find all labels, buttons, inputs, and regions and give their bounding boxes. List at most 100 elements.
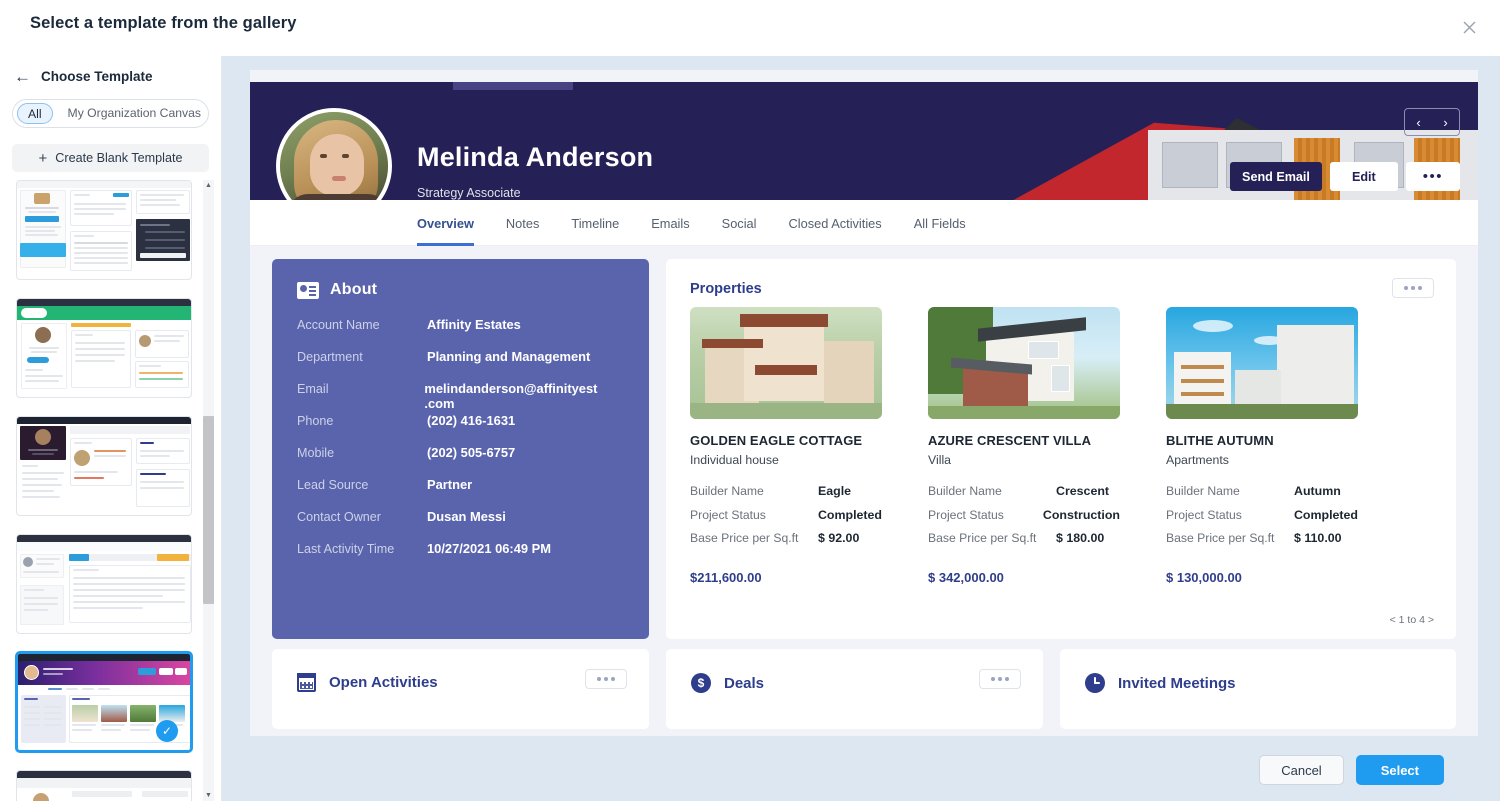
property-image [1166, 307, 1358, 419]
tab-social[interactable]: Social [722, 200, 757, 246]
property-field-label: Base Price per Sq.ft [928, 531, 1037, 545]
template-gallery-modal: Select a template from the gallery ← Cho… [0, 0, 1500, 801]
clock-icon [1085, 673, 1105, 693]
property-field-label: Project Status [1166, 507, 1242, 522]
property-field-label: Builder Name [690, 484, 764, 498]
tab-timeline[interactable]: Timeline [571, 200, 619, 246]
tab-overview[interactable]: Overview [417, 200, 474, 246]
property-image [928, 307, 1120, 419]
about-field-value: 10/27/2021 06:49 PM [427, 541, 551, 556]
record-body: About Account Name Affinity Estates Depa… [250, 246, 1478, 736]
template-thumbnail[interactable] [16, 770, 192, 801]
about-card: About Account Name Affinity Estates Depa… [272, 259, 649, 639]
edit-button[interactable]: Edit [1329, 162, 1398, 191]
property-field-label: Base Price per Sq.ft [690, 531, 799, 545]
property-field-row: Builder Name Autumn [1166, 484, 1358, 508]
property-field-row: Base Price per Sq.ft $ 92.00 [690, 531, 882, 555]
sidebar-scrollbar[interactable]: ▲ ▼ [203, 180, 214, 801]
properties-card: Properties GOLDEN EAGLE COTTAGE Individu… [666, 259, 1456, 639]
property-item[interactable]: GOLDEN EAGLE COTTAGE Individual house Bu… [690, 307, 882, 585]
crm-record-preview: Melinda Anderson Strategy Associate ‹ › … [250, 70, 1478, 736]
more-dots-icon[interactable] [1392, 278, 1434, 298]
property-field-value: Eagle [818, 484, 852, 498]
property-field-label: Project Status [928, 507, 1004, 522]
about-field-label: Mobile [297, 446, 335, 460]
calendar-icon [297, 673, 316, 692]
property-field-value: Completed [817, 507, 882, 522]
property-type: Apartments [1166, 453, 1229, 467]
triangle-down-icon[interactable]: ▼ [203, 790, 214, 801]
property-total: $ 342,000.00 [928, 569, 1004, 585]
about-field-value: (202) 505-6757 [427, 445, 516, 460]
about-field-label: Phone [297, 414, 334, 428]
property-field-label: Builder Name [1166, 484, 1240, 498]
template-sidebar: ← Choose Template All My Organization Ca… [0, 56, 222, 801]
property-image [690, 307, 882, 419]
about-field-label: Last Activity Time [297, 542, 395, 556]
triangle-up-icon[interactable]: ▲ [203, 180, 214, 191]
property-item[interactable]: AZURE CRESCENT VILLA Villa Builder Name … [928, 307, 1120, 585]
tab-notes[interactable]: Notes [506, 200, 539, 246]
about-field-value: Affinity Estates [427, 317, 521, 332]
record-role: Strategy Associate [417, 186, 521, 200]
property-field-row: Base Price per Sq.ft $ 110.00 [1166, 531, 1358, 555]
scrollbar-thumb[interactable] [203, 416, 214, 604]
template-thumbnail[interactable] [16, 180, 192, 280]
properties-pager[interactable]: < 1 to 4 > [1390, 614, 1434, 626]
property-field-row: Builder Name Eagle [690, 484, 882, 508]
more-actions-button[interactable]: ••• [1405, 162, 1460, 191]
page-title: Select a template from the gallery [30, 14, 297, 32]
tab-emails[interactable]: Emails [651, 200, 689, 246]
back-to-choose-template[interactable]: ← Choose Template [0, 56, 221, 85]
about-field-value: Partner [427, 477, 473, 492]
plus-icon: + [38, 149, 48, 167]
record-name: Melinda Anderson [417, 142, 654, 172]
property-field-value: Completed [1293, 507, 1358, 522]
chevron-left-icon[interactable]: ‹ [1416, 115, 1420, 130]
record-pager[interactable]: ‹ › [1404, 108, 1460, 136]
property-field-label: Builder Name [928, 484, 1002, 498]
property-field-label: Base Price per Sq.ft [1166, 531, 1275, 545]
more-dots-icon[interactable] [585, 669, 627, 689]
about-field-row: Last Activity Time 10/27/2021 06:49 PM [297, 541, 627, 573]
property-total: $211,600.00 [690, 569, 762, 585]
arrow-left-icon: ← [14, 67, 31, 86]
more-dots-icon[interactable] [979, 669, 1021, 689]
cancel-button[interactable]: Cancel [1259, 755, 1344, 785]
chevron-right-icon[interactable]: › [1443, 115, 1447, 130]
about-field-row: Account Name Affinity Estates [297, 317, 627, 349]
about-field-row: Contact Owner Dusan Messi [297, 509, 627, 541]
about-field-row: Department Planning and Management [297, 349, 627, 381]
property-field-row: Project Status Completed [690, 508, 882, 532]
about-field-label: Lead Source [297, 478, 369, 492]
property-field-row: Project Status Completed [1166, 508, 1358, 532]
about-field-value: Planning and Management [427, 349, 591, 364]
check-icon: ✓ [156, 720, 178, 742]
tab-all-fields[interactable]: All Fields [914, 200, 966, 246]
property-name: AZURE CRESCENT VILLA [928, 433, 1092, 448]
open-activities-card: Open Activities [272, 649, 649, 729]
create-blank-template-button[interactable]: + Create Blank Template [12, 144, 209, 172]
template-thumbnail-list: ✓ [16, 180, 192, 801]
template-thumbnail[interactable] [16, 416, 192, 516]
tab-closed-activities[interactable]: Closed Activities [789, 200, 882, 246]
card-title: Deals [724, 674, 765, 692]
property-field-value: Autumn [1294, 484, 1341, 498]
send-email-button[interactable]: Send Email [1230, 162, 1322, 191]
close-icon[interactable] [1456, 14, 1482, 40]
create-blank-template-label: Create Blank Template [55, 151, 183, 165]
property-item[interactable]: BLITHE AUTUMN Apartments Builder Name Au… [1166, 307, 1358, 585]
back-label: Choose Template [41, 69, 153, 84]
template-thumbnail[interactable] [16, 298, 192, 398]
template-thumbnail[interactable] [16, 534, 192, 634]
property-field-row: Builder Name Crescent [928, 484, 1120, 508]
invited-meetings-card: Invited Meetings [1060, 649, 1456, 729]
property-type: Villa [928, 453, 952, 467]
properties-title: Properties [690, 281, 762, 297]
select-button[interactable]: Select [1355, 755, 1444, 785]
filter-all[interactable]: All [17, 103, 53, 124]
template-thumbnail-selected[interactable]: ✓ [16, 652, 192, 752]
filter-my-organization-canvas[interactable]: My Organization Canvas [57, 103, 212, 124]
about-field-row: Lead Source Partner [297, 477, 627, 509]
record-tabbar: Overview Notes Timeline Emails Social Cl… [250, 200, 1478, 246]
